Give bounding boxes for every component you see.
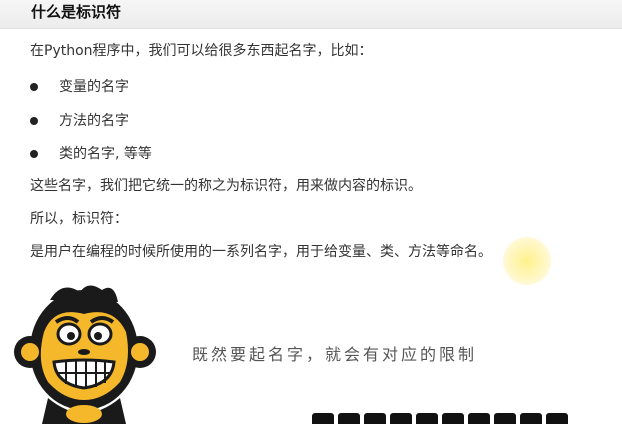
bullet-item-class: 类的名字, 等等 [59, 146, 152, 162]
bullet-dot-icon [30, 150, 38, 158]
slide-title: 什么是标识符 [31, 3, 122, 21]
summary-text: 这些名字，我们把它统一的称之为标识符，用来做内容的标识。 [30, 178, 422, 194]
monkey-mascot-icon [14, 285, 156, 424]
title-bar: 什么是标识符 [0, 0, 622, 29]
bullet-dot-icon [30, 83, 38, 91]
bullet-item-variable: 变量的名字 [59, 79, 129, 95]
cursor-highlight [503, 237, 551, 285]
cropped-heading-fragment [312, 413, 612, 424]
so-label: 所以，标识符： [30, 211, 128, 227]
caption-text: 既然要起名字，就会有对应的限制 [192, 345, 478, 364]
definition-text: 是用户在编程的时候所使用的一系列名字，用于给变量、类、方法等命名。 [30, 244, 492, 260]
slide: 什么是标识符 在Python程序中，我们可以给很多东西起名字，比如： 变量的名字… [0, 0, 622, 424]
bullet-item-method: 方法的名字 [59, 113, 129, 129]
intro-text: 在Python程序中，我们可以给很多东西起名字，比如： [30, 43, 373, 59]
bullet-dot-icon [30, 117, 38, 125]
